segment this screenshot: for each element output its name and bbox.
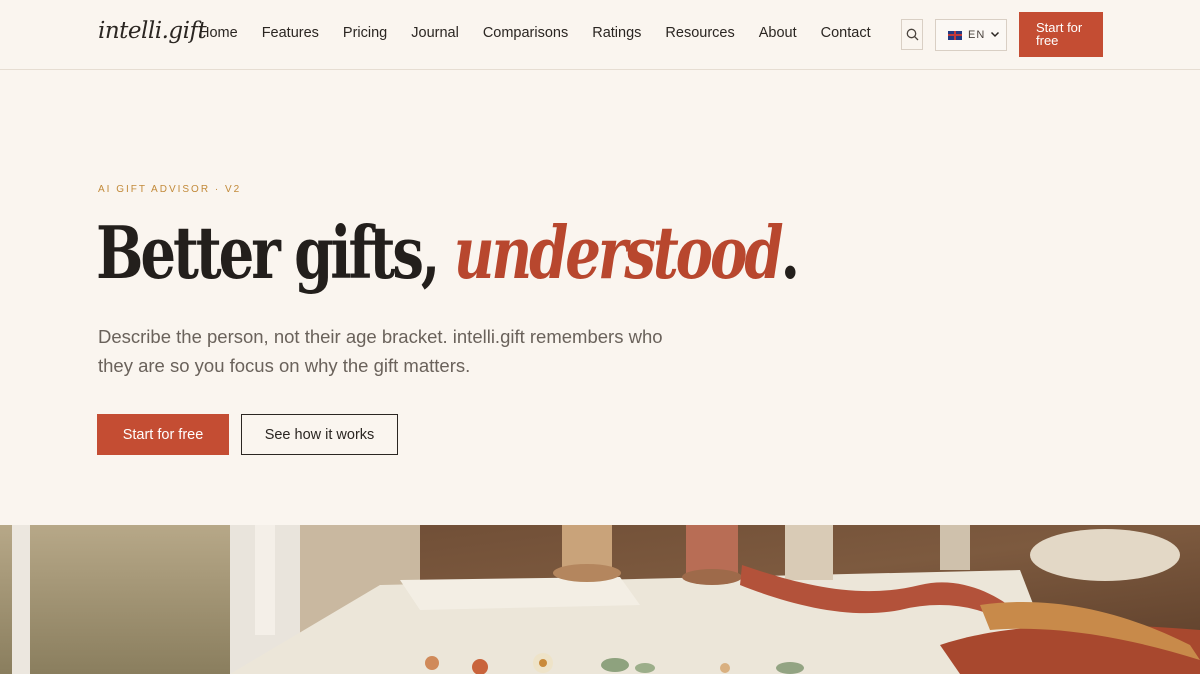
- search-button[interactable]: [901, 19, 923, 50]
- headline-period: .: [780, 210, 800, 295]
- hero-photo: [0, 525, 1200, 674]
- nav-link-comparisons[interactable]: Comparisons: [483, 25, 568, 41]
- nav-link-resources[interactable]: Resources: [665, 25, 734, 41]
- hero-subhead: Describe the person, not their age brack…: [98, 326, 663, 376]
- brand-logo[interactable]: intelli.gift: [98, 18, 207, 44]
- craft-table-image: [0, 525, 1200, 674]
- start-for-free-nav-button[interactable]: Start for free: [1019, 12, 1103, 57]
- hero-headline: Better gifts, understood.: [96, 208, 800, 298]
- nav-link-home[interactable]: Home: [199, 25, 238, 41]
- nav-link-ratings[interactable]: Ratings: [592, 25, 641, 41]
- nav-links: Home Features Pricing Journal Comparison…: [199, 25, 895, 41]
- see-how-it-works-button[interactable]: See how it works: [241, 414, 398, 455]
- top-navigation: intelli.gift Home Features Pricing Journ…: [0, 0, 1200, 70]
- language-code: EN: [968, 29, 986, 41]
- start-for-free-button[interactable]: Start for free: [97, 414, 229, 455]
- nav-link-contact[interactable]: Contact: [821, 25, 871, 41]
- headline-accent: understood: [453, 210, 784, 295]
- hero-eyebrow: AI GIFT ADVISOR · V2: [98, 184, 242, 195]
- nav-link-journal[interactable]: Journal: [411, 25, 459, 41]
- nav-link-features[interactable]: Features: [262, 25, 319, 41]
- chevron-down-icon: [990, 31, 1000, 38]
- uk-flag-icon: [948, 30, 962, 40]
- language-selector[interactable]: EN: [935, 19, 1007, 51]
- headline-main: Better gifts,: [96, 210, 454, 295]
- search-icon: [906, 28, 918, 41]
- nav-link-pricing[interactable]: Pricing: [343, 25, 387, 41]
- nav-link-about[interactable]: About: [759, 25, 797, 41]
